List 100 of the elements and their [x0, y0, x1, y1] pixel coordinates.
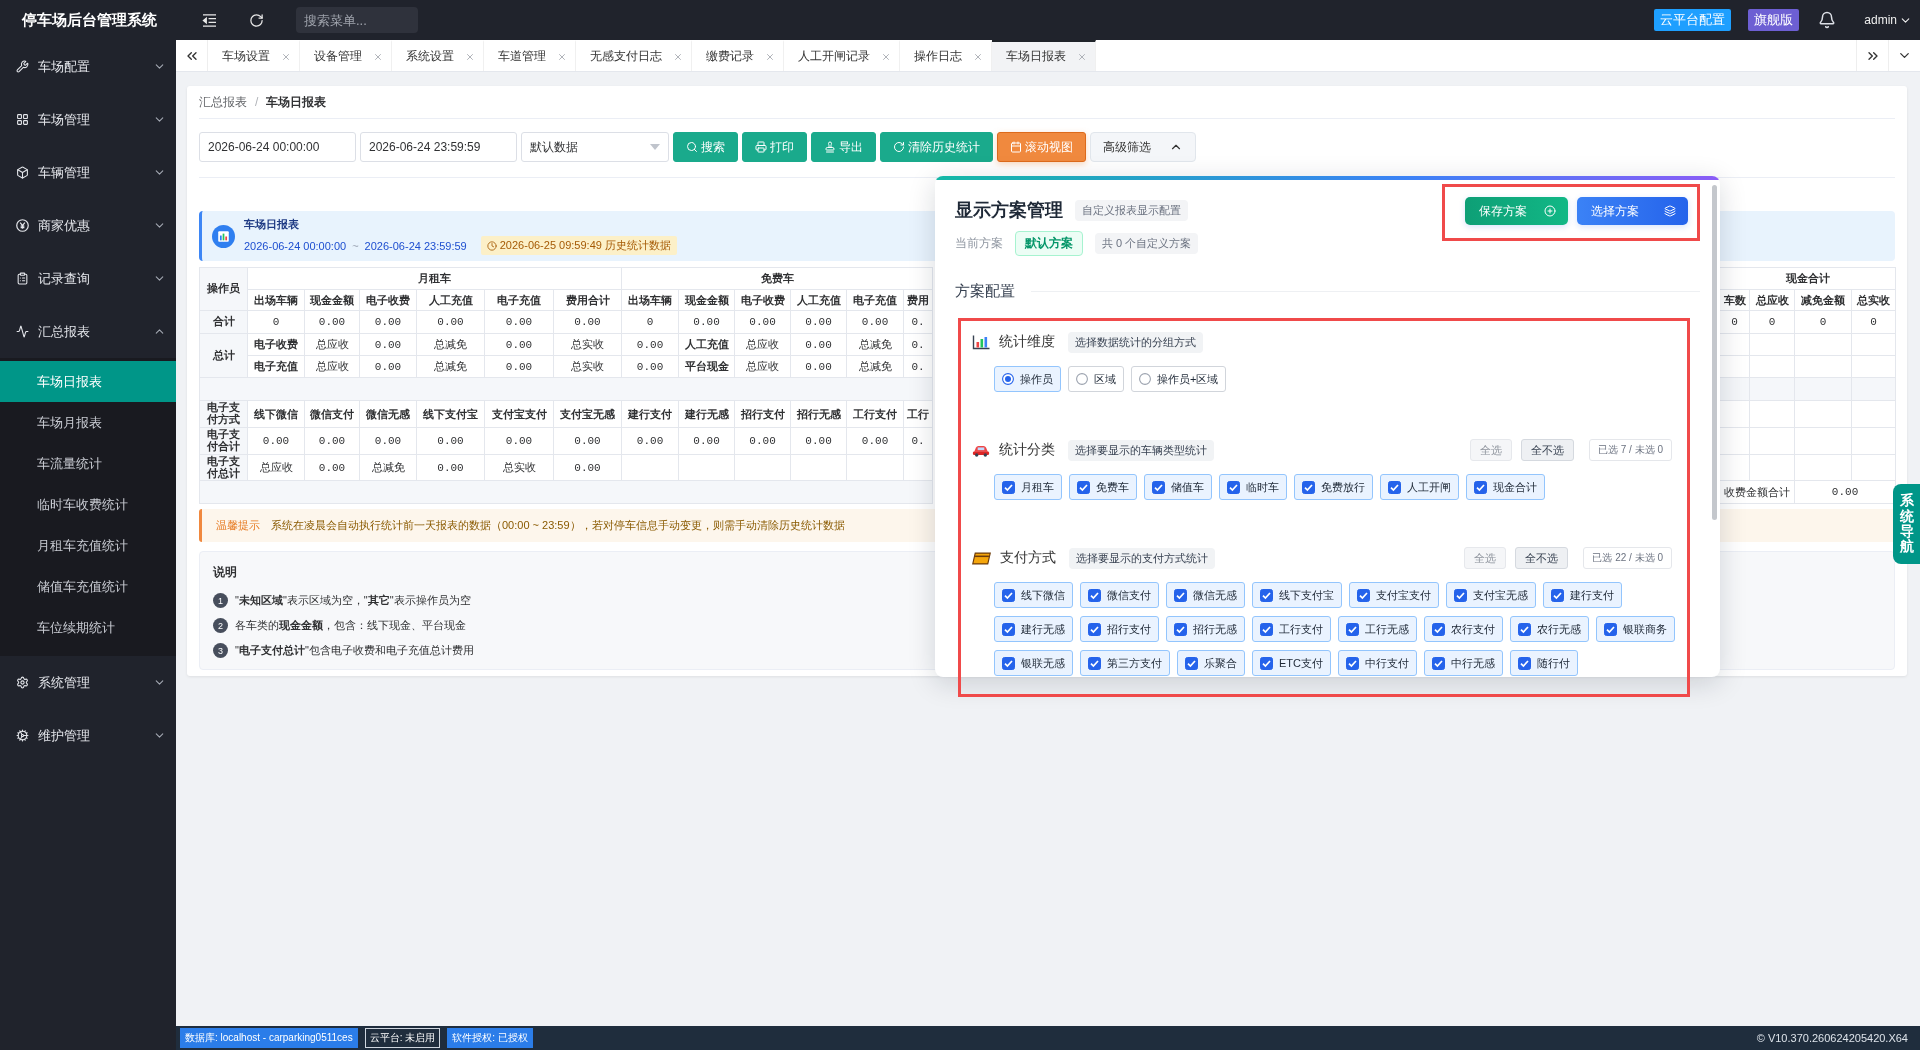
checkbox-icon[interactable]: [1604, 622, 1617, 636]
submenu-item[interactable]: 月租车充值统计: [0, 525, 176, 566]
menu-item[interactable]: 汇总报表: [0, 305, 176, 358]
menu-item[interactable]: 商家优惠: [0, 199, 176, 252]
radio-option[interactable]: 操作员: [994, 366, 1061, 392]
menu-item[interactable]: 维护管理: [0, 709, 176, 762]
checkbox-icon[interactable]: [1002, 480, 1015, 494]
checkbox-option[interactable]: 招行无感: [1166, 616, 1245, 642]
menu-item[interactable]: 车辆管理: [0, 146, 176, 199]
end-time-field[interactable]: 2026-06-24 23:59:59: [360, 132, 517, 162]
menu-item[interactable]: 系统管理: [0, 656, 176, 709]
checkbox-option[interactable]: 招行支付: [1080, 616, 1159, 642]
checkbox-option[interactable]: 线下微信: [994, 582, 1073, 608]
radio-option[interactable]: 操作员+区域: [1131, 366, 1227, 392]
checkbox-option[interactable]: 免费车: [1069, 474, 1137, 500]
checkbox-option[interactable]: 支付宝无感: [1446, 582, 1536, 608]
checkbox-icon[interactable]: [1088, 656, 1101, 670]
checkbox-option[interactable]: 线下支付宝: [1252, 582, 1342, 608]
checkbox-option[interactable]: 工行无感: [1338, 616, 1417, 642]
checkbox-icon[interactable]: [1346, 622, 1359, 636]
bell-icon[interactable]: [1818, 11, 1837, 29]
checkbox-icon[interactable]: [1260, 656, 1273, 670]
checkbox-icon[interactable]: [1002, 588, 1015, 602]
version-text: © V10.370.260624205420.X64: [1756, 1032, 1908, 1044]
checkbox-option[interactable]: 工行支付: [1252, 616, 1331, 642]
breadcrumb-link[interactable]: 汇总报表: [199, 93, 247, 111]
checkbox-option[interactable]: 人工开闸: [1380, 474, 1459, 500]
tab[interactable]: 车场日报表: [992, 40, 1096, 71]
checkbox-icon[interactable]: [1260, 622, 1273, 636]
checkbox-option[interactable]: 中行支付: [1338, 650, 1417, 676]
scrollbar-thumb[interactable]: [1712, 185, 1717, 520]
checkbox-icon[interactable]: [1518, 622, 1531, 636]
checkbox-icon[interactable]: [1388, 480, 1401, 494]
menu-item[interactable]: 车场配置: [0, 40, 176, 93]
checkbox-icon[interactable]: [1357, 588, 1370, 602]
step-number: 1: [213, 593, 228, 608]
checkbox-option[interactable]: 农行支付: [1424, 616, 1503, 642]
checkbox-option[interactable]: 免费放行: [1294, 474, 1373, 500]
submenu-item[interactable]: 车流量统计: [0, 443, 176, 484]
select-scheme-button[interactable]: 选择方案: [1577, 197, 1688, 225]
note-text: "电子支付总计"包含电子收费和电子充值总计费用: [235, 643, 474, 658]
checkbox-option[interactable]: 银联无感: [994, 650, 1073, 676]
checkbox-icon[interactable]: [1088, 588, 1101, 602]
advanced-filter-button[interactable]: 高级筛选: [1090, 132, 1196, 162]
checkbox-icon[interactable]: [1088, 622, 1101, 636]
checkbox-icon[interactable]: [1260, 588, 1273, 602]
menu-item[interactable]: 车场管理: [0, 93, 176, 146]
checkbox-icon[interactable]: [1002, 656, 1015, 670]
checkbox-option[interactable]: 乐聚合: [1177, 650, 1245, 676]
checkbox-icon[interactable]: [1432, 622, 1445, 636]
checkbox-option[interactable]: 中行无感: [1424, 650, 1503, 676]
data-source-select[interactable]: 默认数据: [521, 132, 669, 162]
checkbox-icon[interactable]: [1432, 656, 1445, 670]
submenu-item[interactable]: 储值车充值统计: [0, 566, 176, 607]
checkbox-option[interactable]: 支付宝支付: [1349, 582, 1439, 608]
checkbox-option[interactable]: 第三方支付: [1080, 650, 1170, 676]
checkbox-icon[interactable]: [1302, 480, 1315, 494]
checkbox-option[interactable]: 农行无感: [1510, 616, 1589, 642]
search-field[interactable]: 搜索菜单...: [296, 7, 418, 33]
checkbox-icon[interactable]: [1474, 480, 1487, 494]
checkbox-icon[interactable]: [1185, 656, 1198, 670]
checkbox-option[interactable]: 随行付: [1510, 650, 1578, 676]
checkbox-option[interactable]: ETC支付: [1252, 650, 1331, 676]
side-nav-tab[interactable]: 系统导航: [1893, 484, 1920, 564]
checkbox-option[interactable]: 储值车: [1144, 474, 1212, 500]
user-menu[interactable]: admin: [1860, 13, 1916, 27]
checkbox-icon[interactable]: [1454, 588, 1467, 602]
radio-option[interactable]: 区域: [1068, 366, 1124, 392]
app-title: 停车场后台管理系统: [20, 10, 158, 30]
checkbox-option[interactable]: 月租车: [994, 474, 1062, 500]
checkbox-icon[interactable]: [1174, 622, 1187, 636]
start-time-field[interactable]: 2026-06-24 00:00:00: [199, 132, 356, 162]
checkbox-icon[interactable]: [1002, 622, 1015, 636]
date-range-end: 2026-06-24 23:59:59: [364, 239, 467, 252]
checkbox-option[interactable]: 临时车: [1219, 474, 1287, 500]
deselect-all-button[interactable]: 全不选: [1515, 547, 1569, 569]
submenu-item[interactable]: 车场月报表: [0, 402, 176, 443]
radio-icon[interactable]: [1139, 373, 1151, 385]
submenu-item[interactable]: 车位续期统计: [0, 607, 176, 648]
menu-item[interactable]: 记录查询: [0, 252, 176, 305]
checkbox-option[interactable]: 建行支付: [1543, 582, 1622, 608]
checkbox-icon[interactable]: [1174, 588, 1187, 602]
checkbox-icon[interactable]: [1227, 480, 1240, 494]
checkbox-option[interactable]: 微信支付: [1080, 582, 1159, 608]
table-cell: 0.00: [553, 427, 622, 455]
note-text: 各车类的现金金额，包含：线下现金、平台现金: [235, 618, 466, 633]
submenu-item[interactable]: 临时车收费统计: [0, 484, 176, 525]
checkbox-icon[interactable]: [1077, 480, 1090, 494]
checkbox-icon[interactable]: [1152, 480, 1165, 494]
checkbox-option[interactable]: 银联商务: [1596, 616, 1675, 642]
deselect-all-button[interactable]: 全不选: [1521, 439, 1574, 461]
radio-icon[interactable]: [1076, 373, 1088, 385]
radio-icon[interactable]: [1002, 373, 1014, 385]
checkbox-icon[interactable]: [1518, 656, 1531, 670]
checkbox-icon[interactable]: [1551, 588, 1564, 602]
checkbox-option[interactable]: 现金合计: [1466, 474, 1545, 500]
checkbox-icon[interactable]: [1346, 656, 1359, 670]
checkbox-option[interactable]: 建行无感: [994, 616, 1073, 642]
checkbox-option[interactable]: 微信无感: [1166, 582, 1245, 608]
submenu-item[interactable]: 车场日报表: [0, 361, 176, 402]
